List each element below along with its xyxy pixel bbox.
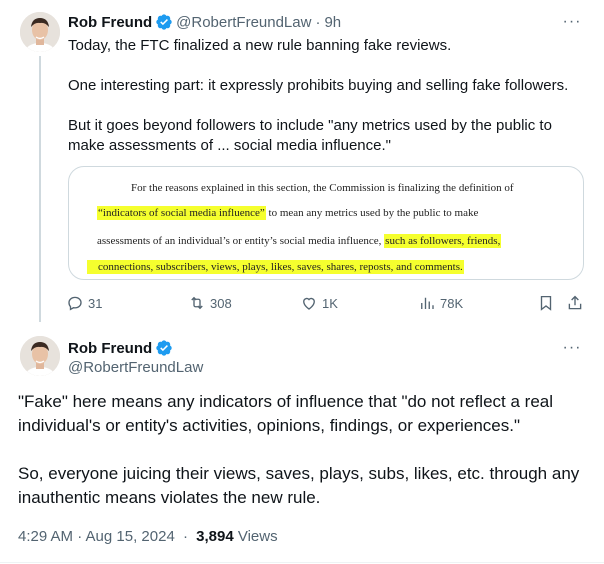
reply-button[interactable]: 31 [66,292,102,314]
analytics-bar-icon [421,297,434,309]
avatar[interactable] [20,12,60,52]
reply-icon [68,296,82,311]
more-options-icon[interactable]: ··· [562,12,582,32]
separator-dot: · [182,528,188,545]
views-count: 3,894 [196,528,234,545]
doc-line-4: connections, subscribers, views, plays, … [87,260,464,274]
doc-highlight: connections, subscribers, views, plays, … [87,260,464,274]
tweet-header: Rob Freund @RobertFreundLaw · 9h [68,12,341,32]
tweet-paragraph: "Fake" here means any indicators of infl… [18,392,554,435]
tweet-text: Today, the FTC finalized a new rule bann… [68,36,592,156]
verified-badge-icon [155,339,173,357]
avatar[interactable] [20,336,60,376]
reply-count: 31 [88,295,103,311]
tweet-text: "Fake" here means any indicators of infl… [18,390,590,510]
tweet-paragraph: Today, the FTC finalized a new rule bann… [68,37,452,54]
view-count: 78K [440,295,464,311]
bookmark-button[interactable] [537,292,559,314]
tweet-paragraph: One interesting part: it expressly prohi… [68,77,569,94]
doc-text: to mean any metrics used by the public t… [265,207,479,219]
heart-icon [303,297,315,310]
author-name[interactable]: Rob Freund [68,14,152,31]
avatar-portrait-icon [20,336,60,376]
verified-badge-icon [155,13,173,31]
cropped-line-fragment: . . . . . . . . . . . . . . . . . . [131,175,215,179]
author-handle[interactable]: @RobertFreundLaw [68,358,203,378]
post-timestamp[interactable]: 4:29 AM · Aug 15, 2024 [18,528,175,545]
attached-image[interactable]: . . . . . . . . . . . . . . . . . . For … [68,166,584,280]
repost-icon [191,296,203,310]
bookmark-icon [540,295,552,311]
share-icon [568,295,582,310]
like-count: 1K [322,295,338,311]
doc-highlight: “indicators of social media influence” [97,206,266,220]
views-label: Views [237,528,278,545]
more-options-icon[interactable]: ··· [562,338,582,358]
doc-line-3: assessments of an individual’s or entity… [97,234,502,248]
tweet-paragraph: So, everyone juicing their views, saves,… [18,464,580,507]
tweet-main[interactable]: Rob Freund @RobertFreundLaw ··· "Fake" h… [0,322,604,564]
doc-line-2: “indicators of social media influence” t… [97,206,479,220]
tweet-paragraph: But it goes beyond followers to include … [68,117,552,154]
share-button[interactable] [566,292,588,314]
tweet-header: Rob Freund @RobertFreundLaw [68,338,203,378]
doc-highlight: such as followers, friends, [384,234,502,248]
like-button[interactable]: 1K [300,292,338,314]
tweet-actions: 31 308 1K 78K [64,292,592,314]
doc-text: assessments of an individual’s or entity… [97,235,385,247]
separator-dot: · [315,13,321,31]
tweet-parent[interactable]: Rob Freund @RobertFreundLaw · 9h ··· Tod… [0,0,604,322]
author-handle[interactable]: @RobertFreundLaw [176,14,311,31]
doc-line-1: For the reasons explained in this sectio… [131,182,514,194]
repost-count: 308 [210,295,232,311]
tweet-metadata: 4:29 AM · Aug 15, 2024 · 3,894 Views [18,528,278,545]
repost-button[interactable]: 308 [188,292,232,314]
thread-connector-line [39,56,41,322]
views-button[interactable]: 78K [418,292,463,314]
document-excerpt: . . . . . . . . . . . . . . . . . . For … [69,167,583,279]
avatar-portrait-icon [20,12,60,52]
author-name[interactable]: Rob Freund [68,340,152,357]
post-time[interactable]: 9h [324,14,341,31]
divider [0,562,604,563]
